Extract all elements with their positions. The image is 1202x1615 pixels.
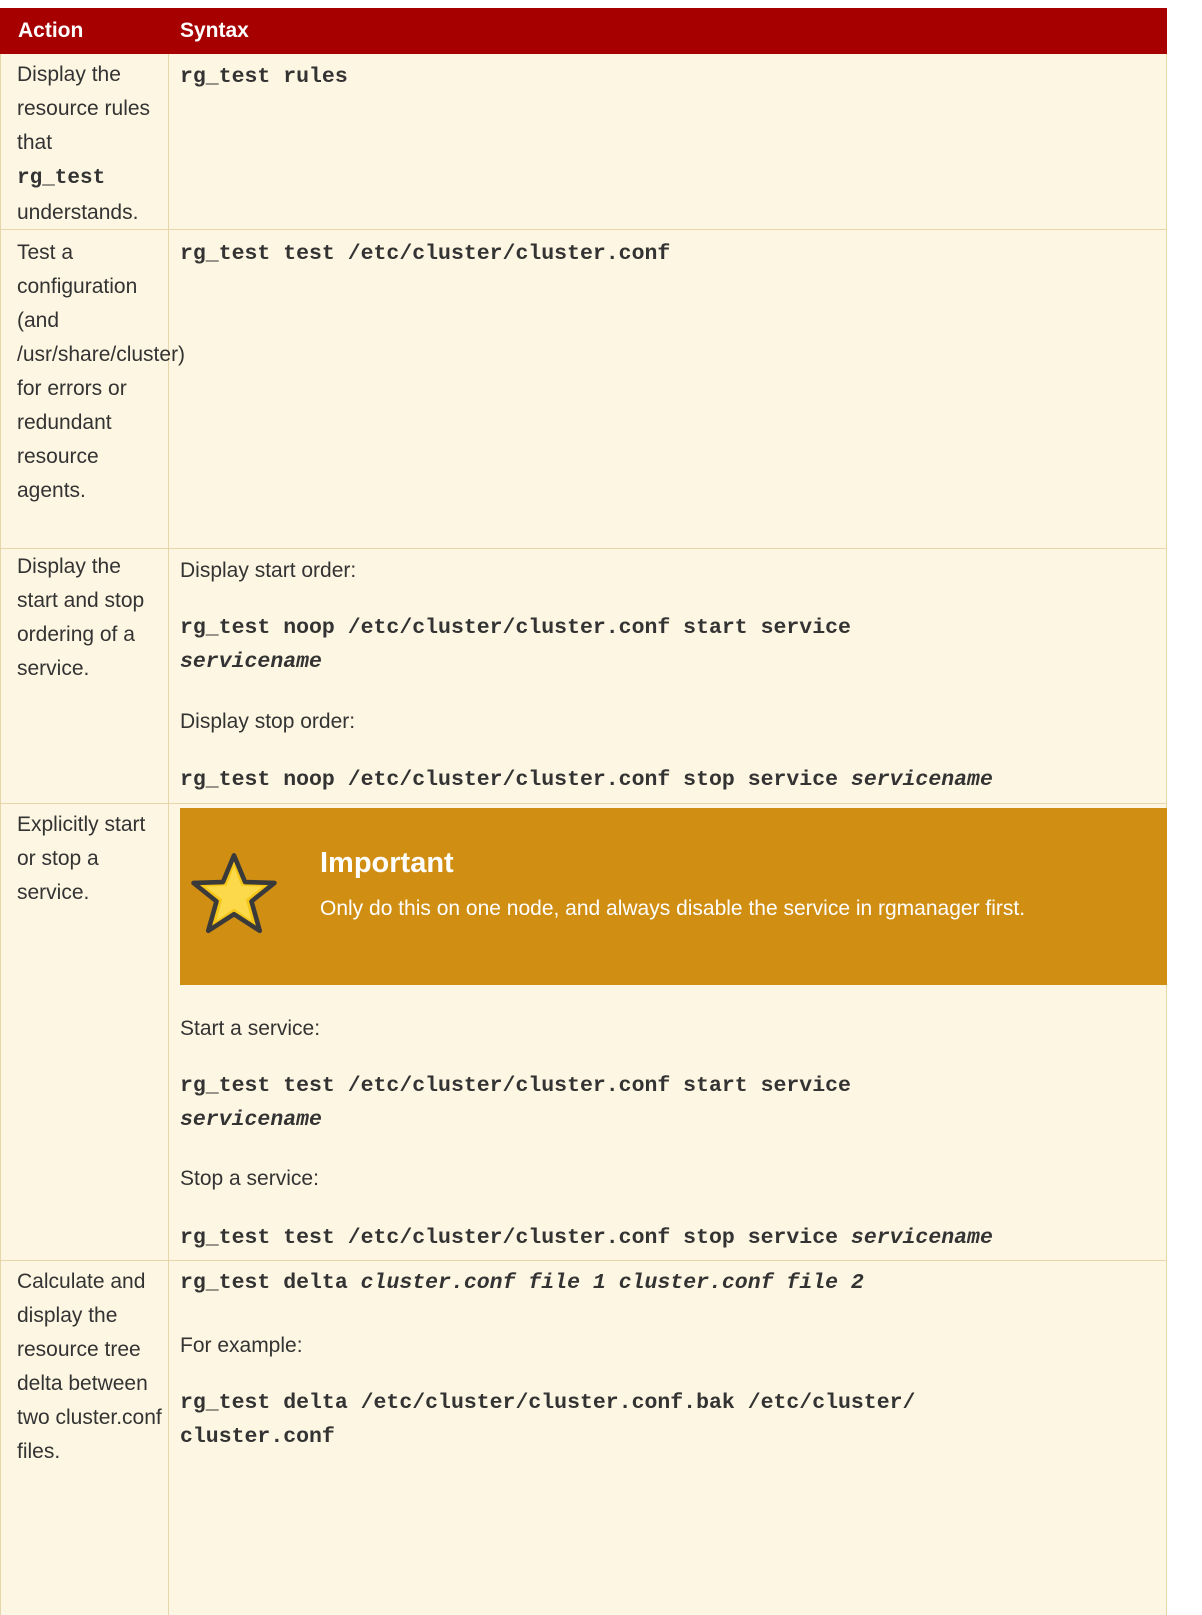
header-action: Action [18, 19, 84, 42]
action-code: rg_test [17, 167, 106, 190]
table-row-4-action: Explicitly start or stop a service. [17, 813, 146, 904]
row-divider [0, 1260, 1167, 1261]
table-header: Action Syntax [0, 8, 1167, 54]
command-text: rg_test test /etc/cluster/cluster.conf s… [180, 1074, 851, 1098]
command: rg_test noop /etc/cluster/cluster.conf s… [180, 763, 993, 797]
table-border-left [0, 54, 1, 1615]
command: rg_test rules [180, 65, 348, 89]
command-text: cluster.conf [180, 1425, 335, 1449]
command-placeholder: cluster.conf file 1 [360, 1271, 606, 1295]
star-icon [191, 853, 277, 934]
row-divider [0, 548, 1167, 549]
row-divider [0, 803, 1167, 804]
command-placeholder: cluster.conf file 2 [618, 1271, 864, 1295]
command-placeholder: servicename [180, 650, 322, 674]
command-text: rg_test delta /etc/cluster/cluster.conf.… [180, 1391, 916, 1415]
label-display-start-order: Display start order: [180, 559, 357, 582]
label-for-example: For example: [180, 1334, 303, 1357]
command-text: rg_test noop /etc/cluster/cluster.conf s… [180, 768, 839, 792]
label-display-stop-order: Display stop order: [180, 710, 356, 733]
header-syntax: Syntax [180, 19, 249, 42]
command-placeholder: servicename [850, 1226, 993, 1250]
label-start-service: Start a service: [180, 1017, 321, 1040]
row-divider [0, 229, 1167, 230]
page-top-margin [0, 0, 1202, 8]
important-body: Only do this on one node, and always dis… [320, 897, 1026, 920]
command-text: rg_test noop /etc/cluster/cluster.conf s… [180, 616, 851, 640]
important-title: Important [320, 847, 454, 879]
command: rg_test test /etc/cluster/cluster.conf [180, 242, 671, 266]
label-stop-service: Stop a service: [180, 1167, 319, 1190]
command: rg_test test /etc/cluster/cluster.conf s… [180, 1221, 993, 1255]
command: rg_test delta /etc/cluster/cluster.conf.… [180, 1386, 915, 1454]
table-row-1-action: Display the resource rules that rg_test … [17, 58, 165, 230]
command: rg_test noop /etc/cluster/cluster.conf s… [180, 611, 851, 679]
column-divider [168, 54, 169, 1615]
command-placeholder: servicename [180, 1108, 322, 1132]
action-text: understands. [17, 201, 139, 224]
command-text: rg_test test /etc/cluster/cluster.conf s… [180, 1226, 839, 1250]
command: rg_test test /etc/cluster/cluster.conf s… [180, 1069, 851, 1137]
table-row-5-action: Calculate and display the resource tree … [17, 1270, 162, 1463]
command-text: rg_test delta [180, 1271, 348, 1295]
command-placeholder: servicename [850, 768, 993, 792]
table-row-3-action: Display the start and stop ordering of a… [17, 555, 145, 680]
command: rg_test delta cluster.conf file 1 cluste… [180, 1266, 864, 1300]
important-admonition: Important Only do this on one node, and … [180, 808, 1167, 985]
table-row-2-action: Test a configuration (and /usr/share/clu… [17, 241, 186, 502]
action-text: Display the resource rules that [17, 63, 151, 154]
